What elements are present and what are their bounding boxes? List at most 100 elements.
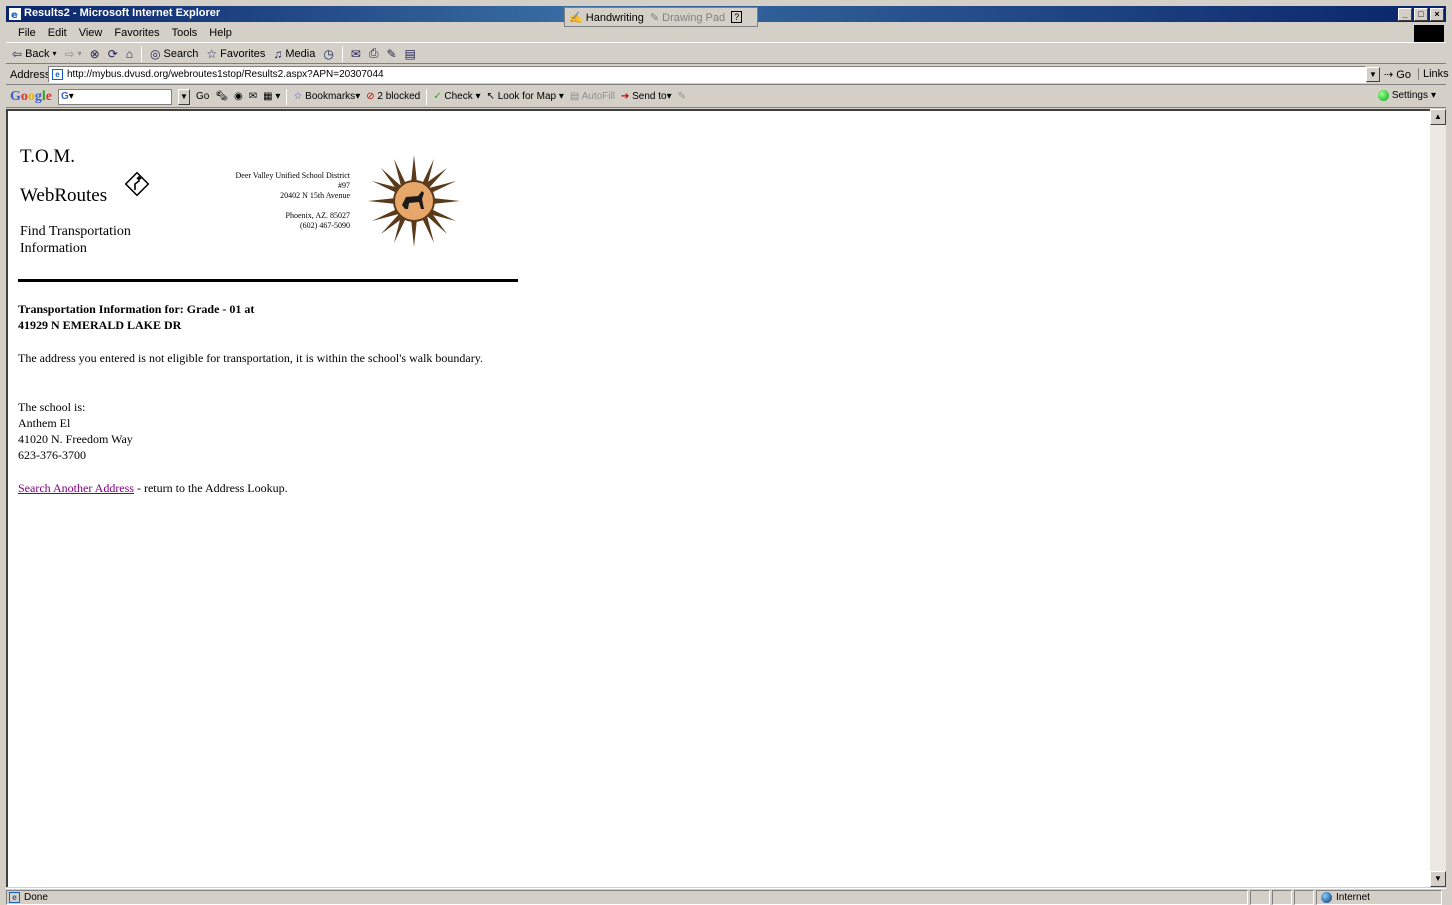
forward-button[interactable]: ⇨ ▾	[65, 47, 82, 61]
district-number: #97	[338, 181, 350, 190]
status-text: Done	[24, 891, 48, 903]
brand-title: T.O.M.	[20, 146, 76, 167]
drawing-pad-button[interactable]: ✎ Drawing Pad	[650, 11, 725, 24]
forward-arrow-icon: ⇨	[64, 46, 75, 61]
search-link-suffix: - return to the Address Lookup.	[133, 481, 288, 495]
send-to-button[interactable]: ➔ Send to▾	[621, 91, 672, 102]
standard-toolbar: ⇦ Back ▾ ⇨ ▾ ⊗ ⟳ ⌂ ◎ Search ☆ Favorites ♫ Medi…	[6, 44, 1446, 64]
scroll-up-button[interactable]: ▲	[1430, 109, 1446, 125]
bookmark-star-icon: ☆	[293, 91, 303, 102]
bookmarks-button[interactable]: ☆ Bookmarks▾	[293, 91, 360, 102]
pagerank-icon[interactable]: ◉	[234, 91, 243, 102]
refresh-icon[interactable]: ⟳	[108, 47, 118, 61]
menu-tools[interactable]: Tools	[166, 27, 204, 39]
ie-icon: e	[9, 8, 21, 20]
menu-favorites[interactable]: Favorites	[108, 27, 165, 39]
pen-help-button[interactable]: ?	[731, 11, 743, 23]
autofill-icon: ▤	[569, 91, 580, 102]
svg-text:e: e	[11, 10, 18, 20]
settings-icon	[1377, 90, 1389, 101]
media-icon: ♫	[273, 46, 283, 61]
handwriting-button[interactable]: ✍ Handwriting	[569, 11, 644, 24]
google-search-dropdown[interactable]: ▼	[178, 88, 190, 105]
autofill-button[interactable]: ▤ AutoFill	[570, 91, 615, 102]
district-info: Deer Valley Unified School District #97 …	[218, 171, 351, 231]
google-separator	[426, 88, 428, 105]
security-zone: Internet	[1316, 889, 1442, 905]
google-toolbar: Google G ▾ ▼ Go 🗞 ◉ ✉ ▦ ▾ ☆ Bookmarks▾ ⊘ …	[6, 86, 1446, 108]
google-search-input[interactable]: G ▾	[58, 88, 172, 105]
menu-help[interactable]: Help	[203, 27, 238, 39]
spellcheck-button[interactable]: ✓ Check ▾	[433, 91, 480, 102]
look-for-map-button[interactable]: ↖ Look for Map ▾	[487, 91, 564, 102]
windows-logo-icon	[1414, 25, 1444, 42]
menu-edit[interactable]: Edit	[42, 27, 73, 39]
favorites-star-icon: ☆	[206, 46, 218, 61]
scroll-down-button[interactable]: ▼	[1430, 871, 1446, 887]
history-icon[interactable]: ◷	[323, 47, 333, 61]
rank-icon[interactable]: ▦ ▾	[263, 91, 280, 102]
vertical-scrollbar[interactable]: ▲ ▼	[1430, 109, 1446, 887]
media-button[interactable]: ♫ Media	[273, 47, 315, 61]
go-button[interactable]: ⇢ Go	[1384, 68, 1411, 81]
highlight-icon[interactable]: ✎	[678, 91, 686, 102]
back-button[interactable]: ⇦ Back ▾	[12, 47, 57, 61]
status-text-panel: e Done	[6, 889, 1248, 905]
send-to-icon: ➔	[620, 91, 630, 102]
internet-globe-icon	[1321, 891, 1332, 903]
favorites-button[interactable]: ☆ Favorites	[206, 47, 265, 61]
map-icon: ↖	[486, 91, 495, 102]
school-phone: 623-376-3700	[18, 448, 86, 462]
back-arrow-icon: ⇦	[12, 46, 23, 61]
search-icon: ◎	[150, 46, 161, 61]
discuss-icon[interactable]: ▤	[405, 47, 416, 61]
print-icon[interactable]: ⎙	[369, 46, 379, 61]
heading-grade: Transportation Information for: Grade - …	[18, 302, 255, 316]
address-bar: Address e http://mybus.dvusd.org/webrout…	[6, 65, 1449, 85]
maximize-button[interactable]: □	[1414, 8, 1428, 21]
search-button[interactable]: ◎ Search	[150, 47, 198, 61]
toolbar-separator	[141, 45, 142, 62]
google-separator	[286, 88, 288, 105]
district-name: Deer Valley Unified School District	[235, 171, 351, 180]
news-icon[interactable]: 🗞	[215, 91, 228, 102]
address-url: http://mybus.dvusd.org/webroutes1stop/Re…	[67, 69, 384, 80]
search-again-line: Search Another Address - return to the A…	[18, 481, 418, 496]
status-panel	[1272, 889, 1292, 905]
school-address: 41020 N. Freedom Way	[18, 432, 133, 446]
window-controls: _ □ ×	[1398, 8, 1444, 21]
district-city: Phoenix, AZ. 85027	[285, 211, 350, 220]
toolbar-separator	[341, 45, 343, 62]
edit-icon[interactable]: ✎	[386, 47, 396, 61]
stop-icon[interactable]: ⊗	[90, 47, 100, 61]
gmail-icon[interactable]: ✉	[249, 91, 257, 102]
popup-blocker-button[interactable]: ⊘ 2 blocked	[366, 91, 420, 102]
page-done-icon: e	[9, 891, 20, 903]
google-go-button[interactable]: Go	[196, 91, 209, 102]
brand-subtitle: Find Transportation Information	[20, 224, 131, 256]
minimize-button[interactable]: _	[1398, 8, 1412, 21]
home-icon[interactable]: ⌂	[126, 47, 133, 61]
route-sign-icon	[124, 171, 150, 197]
search-another-address-link[interactable]: Search Another Address	[18, 481, 134, 495]
close-button[interactable]: ×	[1430, 8, 1444, 21]
address-dropdown[interactable]: ▼	[1366, 67, 1380, 82]
transport-heading: Transportation Information for: Grade - …	[18, 301, 418, 333]
menu-file[interactable]: File	[12, 27, 42, 39]
status-panel	[1294, 889, 1314, 905]
status-bar: e Done Internet	[6, 888, 1446, 905]
popup-blocker-icon: ⊘	[366, 91, 375, 102]
spellcheck-icon: ✓	[433, 91, 442, 102]
address-input[interactable]: e http://mybus.dvusd.org/webroutes1stop/…	[48, 66, 1366, 83]
links-button[interactable]: Links	[1418, 68, 1449, 80]
zone-label: Internet	[1336, 891, 1370, 903]
district-phone: (602) 467-5090	[300, 221, 350, 230]
page-icon: e	[52, 69, 63, 80]
menu-view[interactable]: View	[73, 27, 109, 39]
menu-bar: File Edit View Favorites Tools Help	[6, 24, 1446, 43]
google-logo[interactable]: Google	[10, 89, 52, 105]
school-label: The school is:	[18, 400, 86, 414]
heading-address: 41929 N EMERALD LAKE DR	[18, 318, 182, 332]
google-settings-button[interactable]: Settings ▾	[1377, 90, 1436, 101]
mail-icon[interactable]: ✉	[351, 47, 361, 61]
